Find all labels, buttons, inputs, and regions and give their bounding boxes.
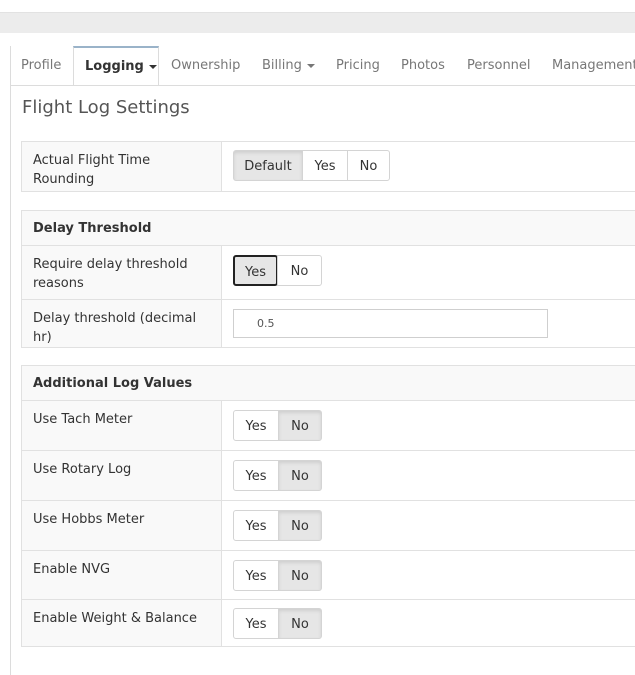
weight-balance-no-button[interactable]: No: [278, 608, 322, 639]
tab-label: Pricing: [336, 58, 380, 73]
rounding-no-button[interactable]: No: [347, 150, 390, 181]
rotary-control: Yes No: [221, 451, 635, 500]
require-delay-button-group: Yes No: [233, 255, 322, 286]
tach-no-button[interactable]: No: [278, 410, 322, 441]
rounding-button-group: Default Yes No: [233, 150, 390, 181]
tab-label: Personnel: [467, 58, 531, 73]
delay-threshold-control: [221, 300, 635, 347]
tach-row: Use Tach Meter Yes No: [22, 401, 635, 451]
weight-balance-label: Enable Weight & Balance: [33, 611, 197, 626]
chevron-down-icon: [306, 63, 315, 68]
weight-balance-row: Enable Weight & Balance Yes No: [22, 600, 635, 646]
tab-pricing[interactable]: Pricing: [336, 46, 380, 85]
page-title: Flight Log Settings: [22, 97, 190, 118]
rounding-default-button[interactable]: Default: [233, 150, 303, 181]
tab-label: Profile: [21, 58, 62, 73]
nvg-button-group: Yes No: [233, 560, 322, 591]
tab-billing[interactable]: Billing: [262, 46, 315, 85]
tab-management[interactable]: Management: [552, 46, 635, 85]
require-delay-no-button[interactable]: No: [277, 255, 322, 286]
hobbs-row: Use Hobbs Meter Yes No: [22, 501, 635, 551]
additional-heading: Additional Log Values: [22, 366, 635, 401]
tab-personnel[interactable]: Personnel: [467, 46, 531, 85]
hobbs-no-button[interactable]: No: [278, 510, 322, 541]
weight-balance-yes-button[interactable]: Yes: [233, 608, 279, 639]
require-delay-control: Yes No: [221, 246, 635, 299]
tach-yes-button[interactable]: Yes: [233, 410, 279, 441]
rounding-yes-button[interactable]: Yes: [302, 150, 348, 181]
hobbs-yes-button[interactable]: Yes: [233, 510, 279, 541]
rounding-control: Default Yes No: [221, 142, 635, 191]
hobbs-button-group: Yes No: [233, 510, 322, 541]
nvg-no-button[interactable]: No: [278, 560, 322, 591]
tab-photos[interactable]: Photos: [401, 46, 445, 85]
tab-logging[interactable]: Logging: [73, 46, 159, 85]
rounding-label: Actual Flight Time Rounding: [33, 153, 151, 187]
nvg-label: Enable NVG: [33, 562, 111, 577]
weight-balance-button-group: Yes No: [233, 608, 322, 639]
rotary-label: Use Rotary Log: [33, 462, 132, 477]
nvg-control: Yes No: [221, 551, 635, 599]
tach-control: Yes No: [221, 401, 635, 450]
tab-bar: Profile Logging Ownership Billing Pricin…: [11, 46, 635, 86]
top-bar: [0, 12, 635, 33]
rounding-row: Actual Flight Time Rounding Default Yes …: [22, 142, 635, 191]
nvg-yes-button[interactable]: Yes: [233, 560, 279, 591]
hobbs-label: Use Hobbs Meter: [33, 512, 145, 527]
rounding-panel: Actual Flight Time Rounding Default Yes …: [21, 141, 635, 192]
tach-button-group: Yes No: [233, 410, 322, 441]
hobbs-control: Yes No: [221, 501, 635, 550]
rotary-button-group: Yes No: [233, 460, 322, 491]
tab-label: Photos: [401, 58, 445, 73]
tab-ownership[interactable]: Ownership: [171, 46, 240, 85]
tab-label: Management: [552, 58, 635, 73]
tab-label: Logging: [85, 59, 144, 74]
tab-label: Billing: [262, 58, 302, 73]
chevron-down-icon: [148, 64, 157, 69]
delay-threshold-row: Delay threshold (decimal hr): [22, 300, 635, 347]
tab-label: Ownership: [171, 58, 241, 73]
rotary-row: Use Rotary Log Yes No: [22, 451, 635, 501]
tab-profile[interactable]: Profile: [21, 46, 61, 85]
delay-threshold-label: Delay threshold (decimal hr): [33, 311, 197, 345]
delay-threshold-input[interactable]: [233, 309, 548, 338]
nvg-row: Enable NVG Yes No: [22, 551, 635, 600]
delay-panel: Delay Threshold Require delay threshold …: [21, 210, 635, 348]
require-delay-yes-button[interactable]: Yes: [233, 255, 278, 286]
rotary-yes-button[interactable]: Yes: [233, 460, 279, 491]
require-delay-label: Require delay threshold reasons: [33, 257, 188, 291]
additional-panel: Additional Log Values Use Tach Meter Yes…: [21, 365, 635, 647]
content-frame: Profile Logging Ownership Billing Pricin…: [10, 46, 635, 675]
weight-balance-control: Yes No: [221, 600, 635, 646]
tach-label: Use Tach Meter: [33, 412, 133, 427]
rotary-no-button[interactable]: No: [278, 460, 322, 491]
delay-heading: Delay Threshold: [22, 211, 635, 246]
require-delay-row: Require delay threshold reasons Yes No: [22, 246, 635, 300]
